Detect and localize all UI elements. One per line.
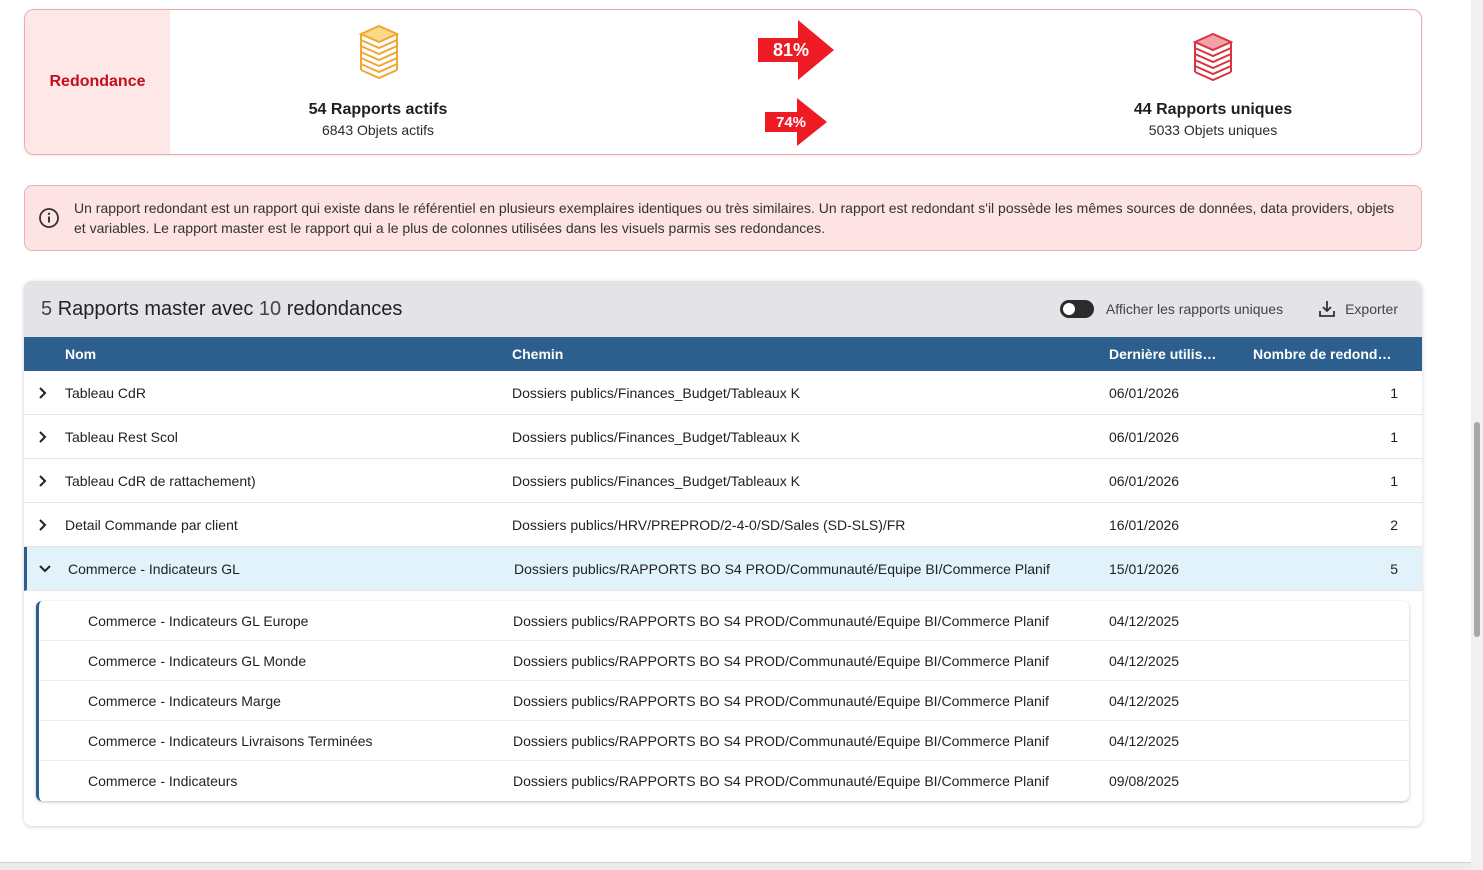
subtable-row[interactable]: Commerce - Indicateurs GL Monde Dossiers…	[39, 641, 1409, 681]
row-nom: Tableau Rest Scol	[65, 428, 178, 445]
subrow-date: 04/12/2025	[1109, 692, 1180, 709]
summary-label-cell: Redondance	[25, 10, 170, 154]
subrow-nom: Commerce - Indicateurs Livraisons Termin…	[88, 732, 373, 749]
header-chemin[interactable]: Chemin	[512, 346, 563, 362]
row-date: 15/01/2026	[1109, 560, 1180, 577]
toggle-knob	[1062, 303, 1075, 315]
subrow-chemin: Dossiers publics/RAPPORTS BO S4 PROD/Com…	[513, 652, 1049, 669]
subtable-row[interactable]: Commerce - Indicateurs Livraisons Termin…	[39, 721, 1409, 761]
header-derniere-utilisation[interactable]: Dernière utilisat...	[1109, 346, 1221, 362]
card-header: 5 Rapports master avec 10 redondances Af…	[24, 281, 1422, 337]
active-objects-sub: 6843 Objets actifs	[321, 122, 435, 138]
table-row-expanded[interactable]: Commerce - Indicateurs GL Dossiers publi…	[24, 547, 1422, 591]
unique-reports-stat: 44 Rapports uniques 5033 Objets uniques	[1103, 101, 1323, 138]
header-nom[interactable]: Nom	[65, 346, 96, 362]
master-count: 5	[41, 297, 53, 320]
card-title: 5 Rapports master avec 10 redondances	[41, 298, 402, 321]
subrow-chemin: Dossiers publics/RAPPORTS BO S4 PROD/Com…	[513, 692, 1049, 709]
row-chemin: Dossiers publics/HRV/PREPROD/2-4-0/SD/Sa…	[512, 516, 906, 533]
stack-red-icon	[1193, 32, 1233, 82]
row-nom: Tableau CdR de rattachement)	[65, 472, 256, 489]
row-nb: 5	[1390, 560, 1398, 577]
table-row[interactable]: Tableau Rest Scol Dossiers publics/Finan…	[24, 415, 1422, 459]
table-row[interactable]: Tableau CdR Dossiers publics/Finances_Bu…	[24, 371, 1422, 415]
unique-objects-sub: 5033 Objets uniques	[1148, 122, 1278, 138]
subtable-row[interactable]: Commerce - Indicateurs Dossiers publics/…	[39, 761, 1409, 801]
redundancy-count: 10	[258, 297, 282, 320]
stack-orange-icon	[359, 24, 399, 80]
info-text: Un rapport redondant est un rapport qui …	[74, 200, 1395, 236]
subtable-row[interactable]: Commerce - Indicateurs Marge Dossiers pu…	[39, 681, 1409, 721]
table-row[interactable]: Detail Commande par client Dossiers publ…	[24, 503, 1422, 547]
unique-reports-title: 44 Rapports uniques	[1133, 101, 1293, 118]
chevron-right-icon[interactable]	[34, 516, 52, 534]
subrow-date: 04/12/2025	[1109, 612, 1180, 629]
row-nom: Commerce - Indicateurs GL	[68, 560, 240, 577]
subrow-date: 04/12/2025	[1109, 652, 1180, 669]
export-label: Exporter	[1345, 301, 1398, 317]
info-icon	[39, 208, 59, 228]
row-nb: 1	[1390, 428, 1398, 445]
subrow-chemin: Dossiers publics/RAPPORTS BO S4 PROD/Com…	[513, 612, 1049, 629]
row-nb: 1	[1390, 384, 1398, 401]
row-chemin: Dossiers publics/Finances_Budget/Tableau…	[512, 384, 800, 401]
row-date: 06/01/2026	[1109, 472, 1180, 489]
objects-ratio-arrow: 74%	[765, 98, 827, 146]
row-nb: 1	[1390, 472, 1398, 489]
row-nom: Detail Commande par client	[65, 516, 238, 533]
active-reports-title: 54 Rapports actifs	[308, 101, 448, 118]
row-date: 06/01/2026	[1109, 428, 1180, 445]
table-body: Tableau CdR Dossiers publics/Finances_Bu…	[24, 371, 1422, 591]
download-icon	[1319, 301, 1335, 317]
scrollbar-thumb[interactable]	[1474, 422, 1480, 637]
subtable-row[interactable]: Commerce - Indicateurs GL Europe Dossier…	[39, 601, 1409, 641]
subrow-chemin: Dossiers publics/RAPPORTS BO S4 PROD/Com…	[513, 732, 1049, 749]
toggle-label: Afficher les rapports uniques	[1105, 301, 1284, 317]
bottom-scrollbar-track[interactable]	[0, 862, 1471, 870]
objects-ratio-pct: 74%	[775, 113, 807, 131]
row-date: 06/01/2026	[1109, 384, 1180, 401]
chevron-right-icon[interactable]	[34, 472, 52, 490]
table-header: Nom Chemin Dernière utilisat... Nombre d…	[24, 337, 1422, 371]
reports-ratio-arrow: 81%	[758, 20, 834, 80]
title-end: redondances	[286, 297, 403, 320]
row-chemin: Dossiers publics/Finances_Budget/Tableau…	[512, 472, 800, 489]
subrow-nom: Commerce - Indicateurs GL Monde	[88, 652, 307, 669]
row-chemin: Dossiers publics/Finances_Budget/Tableau…	[512, 428, 800, 445]
chevron-right-icon[interactable]	[34, 428, 52, 446]
title-mid: Rapports master avec	[57, 297, 254, 320]
reports-ratio-pct: 81%	[772, 39, 810, 60]
table-row[interactable]: Tableau CdR de rattachement) Dossiers pu…	[24, 459, 1422, 503]
chevron-right-icon[interactable]	[34, 384, 52, 402]
row-nb: 2	[1390, 516, 1398, 533]
subrow-date: 09/08/2025	[1109, 773, 1180, 789]
row-nom: Tableau CdR	[65, 384, 146, 401]
unique-reports-toggle[interactable]: Afficher les rapports uniques	[1059, 300, 1284, 318]
subrow-nom: Commerce - Indicateurs Marge	[88, 692, 281, 709]
toggle-switch[interactable]	[1059, 300, 1094, 318]
info-banner: Un rapport redondant est un rapport qui …	[24, 185, 1422, 251]
subrow-chemin: Dossiers publics/RAPPORTS BO S4 PROD/Com…	[513, 773, 1049, 789]
subrow-nom: Commerce - Indicateurs GL Europe	[88, 612, 309, 629]
vertical-scrollbar[interactable]	[1471, 0, 1483, 870]
subrow-nom: Commerce - Indicateurs	[88, 773, 238, 789]
master-reports-card: 5 Rapports master avec 10 redondances Af…	[24, 281, 1422, 826]
row-chemin: Dossiers publics/RAPPORTS BO S4 PROD/Com…	[514, 560, 1050, 577]
row-date: 16/01/2026	[1109, 516, 1180, 533]
chevron-down-icon[interactable]	[36, 560, 54, 578]
redundancy-subtable: Commerce - Indicateurs GL Europe Dossier…	[36, 601, 1409, 801]
export-button[interactable]: Exporter	[1317, 299, 1398, 319]
header-nombre-redondances[interactable]: Nombre de redondan...	[1253, 346, 1395, 362]
subrow-date: 04/12/2025	[1109, 732, 1180, 749]
redundancy-summary-card: Redondance 54 Rapports actifs 6843 Objet…	[24, 9, 1422, 155]
summary-label: Redondance	[49, 73, 146, 90]
active-reports-stat: 54 Rapports actifs 6843 Objets actifs	[278, 101, 478, 138]
